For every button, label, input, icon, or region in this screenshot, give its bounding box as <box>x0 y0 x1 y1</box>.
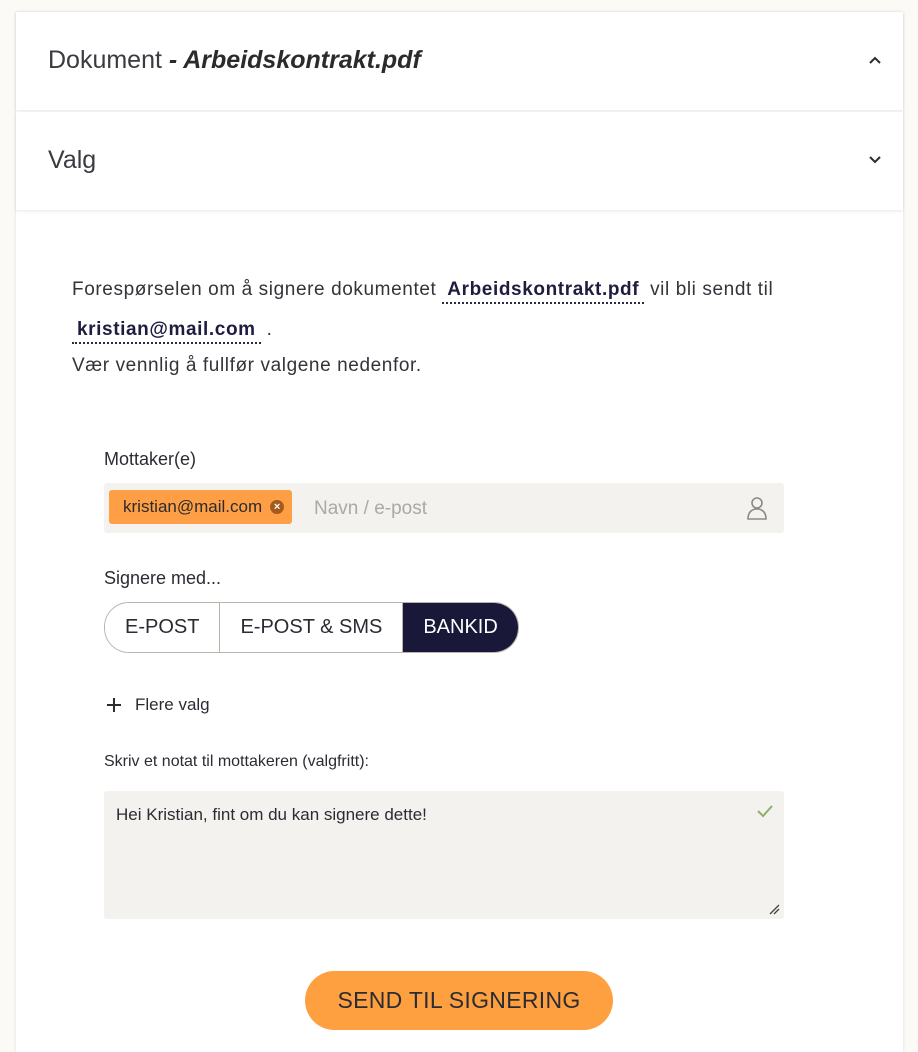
note-text: Hei Kristian, fint om du kan signere det… <box>116 805 427 824</box>
intro-text-middle: vil bli sendt til <box>650 279 774 300</box>
accordion-options-title: Valg <box>48 146 97 174</box>
accordion-document-title: Dokument - Arbeidskontrakt.pdf <box>48 46 421 75</box>
resize-handle-icon[interactable] <box>768 903 780 915</box>
sign-method-email-sms[interactable]: E-POST & SMS <box>220 603 404 652</box>
sign-method-email[interactable]: E-POST <box>105 603 221 652</box>
more-options-toggle[interactable]: Flere valg <box>106 695 210 715</box>
check-icon <box>757 805 773 818</box>
note-label: Skriv et notat til mottakeren (valgfritt… <box>104 753 369 770</box>
intro-recipient-email: kristian@mail.com <box>72 319 261 344</box>
sign-with-label: Signere med... <box>104 568 222 588</box>
note-textarea[interactable]: Hei Kristian, fint om du kan signere det… <box>104 791 784 919</box>
recipient-search-input[interactable] <box>312 483 736 535</box>
accordion-document-filename: Arbeidskontrakt.pdf <box>183 46 421 74</box>
intro-text-before: Forespørselen om å signere dokumentet <box>72 279 437 300</box>
accordion-document-header[interactable]: Dokument - Arbeidskontrakt.pdf <box>16 12 903 110</box>
intro-document-name: Arbeidskontrakt.pdf <box>442 279 645 304</box>
send-for-signing-button[interactable]: SEND TIL SIGNERING <box>305 971 613 1030</box>
recipient-chip-label: kristian@mail.com <box>123 497 263 516</box>
recipients-field[interactable]: kristian@mail.com × <box>104 483 784 535</box>
remove-chip-icon[interactable]: × <box>270 500 285 514</box>
more-options-label: Flere valg <box>135 695 210 714</box>
person-icon[interactable] <box>746 496 768 520</box>
recipient-chip: kristian@mail.com × <box>109 490 293 524</box>
recipients-label: Mottaker(e) <box>104 449 197 469</box>
intro-text: Forespørselen om å signere dokumentet Ar… <box>72 270 832 378</box>
chevron-down-icon[interactable] <box>867 152 883 168</box>
sign-method-bankid[interactable]: BANKID <box>403 603 518 652</box>
intro-instruction: Vær vennlig å fullfør valgene nedenfor. <box>72 355 422 376</box>
accordion-options-header[interactable]: Valg <box>16 112 903 210</box>
plus-icon <box>107 698 121 712</box>
accordion-document-prefix: Dokument <box>48 46 162 74</box>
intro-period: . <box>266 319 273 340</box>
sign-method-selector: E-POST E-POST & SMS BANKID <box>104 602 519 653</box>
accordion-separator: - <box>161 46 184 74</box>
document-card: Dokument - Arbeidskontrakt.pdf Valg Fore… <box>16 12 903 1052</box>
chevron-up-icon[interactable] <box>867 52 883 68</box>
